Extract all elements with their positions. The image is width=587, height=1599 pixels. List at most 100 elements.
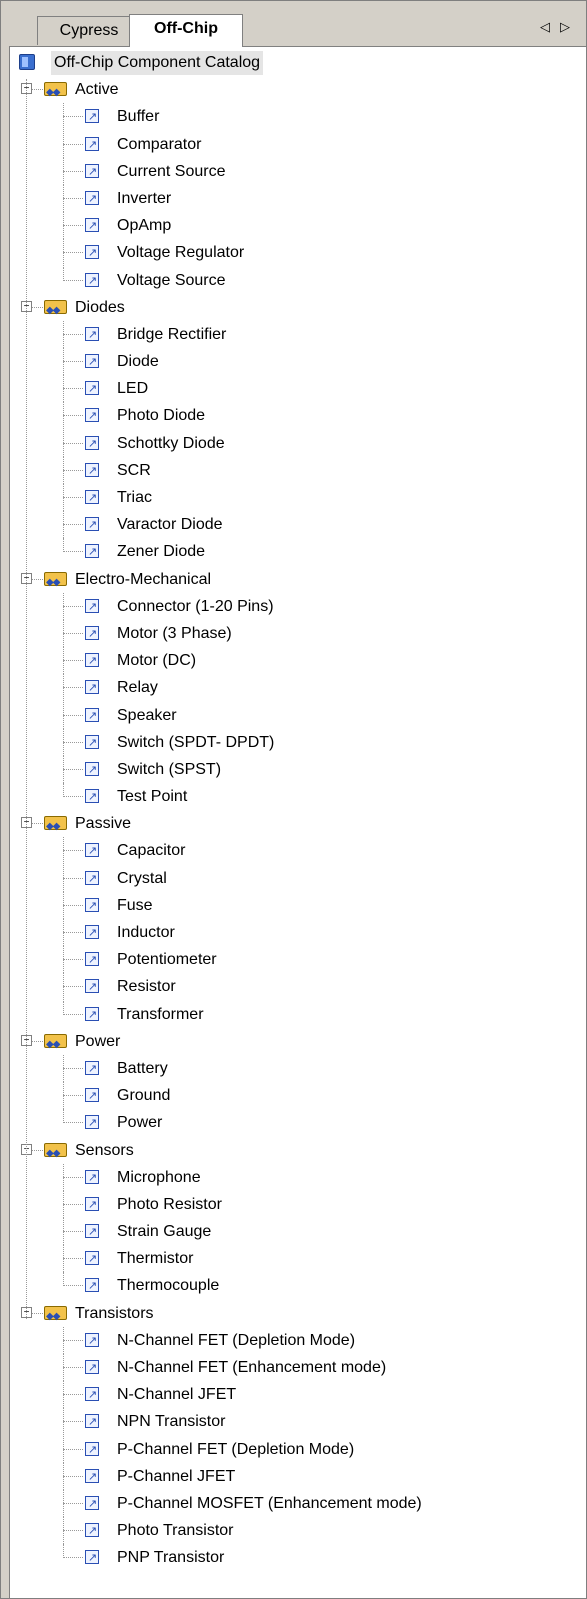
tree-item[interactable]: P-Channel JFET [9,1462,586,1491]
tab-scroll-right-icon[interactable]: ▷ [560,19,580,34]
tree-item-label[interactable]: Bridge Rectifier [117,321,226,348]
tree-item[interactable]: Microphone [9,1163,586,1192]
tree-item-label[interactable]: Thermistor [117,1245,193,1272]
tree-item[interactable]: Thermocouple [9,1272,586,1300]
tree-category-label[interactable]: Passive [75,810,131,837]
tree-item-label[interactable]: Fuse [117,892,153,919]
tree-category-label[interactable]: Active [75,76,119,103]
tree-item[interactable]: Capacitor [9,837,586,865]
tree-item-label[interactable]: Buffer [117,103,159,130]
tree-item-label[interactable]: P-Channel FET (Depletion Mode) [117,1436,354,1463]
tree-item-label[interactable]: Battery [117,1055,168,1082]
tree-item[interactable]: Triac [9,484,586,512]
tree-item[interactable]: Relay [9,674,586,702]
tree-item[interactable]: Inductor [9,919,586,947]
tree-item[interactable]: Motor (3 Phase) [9,619,586,648]
tree-item-label[interactable]: Current Source [117,158,226,185]
tree-item[interactable]: P-Channel MOSFET (Enhancement mode) [9,1489,586,1518]
tree-item[interactable]: Transformer [9,1000,586,1029]
tree-category[interactable]: −Sensors [9,1137,586,1167]
tab-cypress[interactable]: Cypress [37,16,141,45]
tree-item[interactable]: Bridge Rectifier [9,320,586,349]
tab-scroll-left-icon[interactable]: ◁ [540,19,560,34]
tree-item[interactable]: Connector (1-20 Pins) [9,592,586,621]
tree-item[interactable]: Photo Transistor [9,1517,586,1545]
tree-item-label[interactable]: Schottky Diode [117,430,225,457]
tree-item-label[interactable]: Speaker [117,702,177,729]
tree-item-label[interactable]: P-Channel MOSFET (Enhancement mode) [117,1490,422,1517]
tree-item-label[interactable]: N-Channel FET (Enhancement mode) [117,1354,386,1381]
tree-item[interactable]: N-Channel JFET [9,1381,586,1409]
tree-item-label[interactable]: Ground [117,1082,170,1109]
tree-item-label[interactable]: NPN Transistor [117,1408,225,1435]
tree-item-label[interactable]: Relay [117,674,158,701]
tree-item-label[interactable]: Photo Transistor [117,1517,234,1544]
tree-item[interactable]: Schottky Diode [9,429,586,458]
tree-item[interactable]: Comparator [9,130,586,159]
tree-category-label[interactable]: Power [75,1028,120,1055]
tree-category-label[interactable]: Electro-Mechanical [75,566,211,593]
tree-item[interactable]: Varactor Diode [9,511,586,539]
tree-item-label[interactable]: LED [117,375,148,402]
tree-item-label[interactable]: PNP Transistor [117,1544,224,1571]
tree-item[interactable]: Strain Gauge [9,1218,586,1246]
tree-item-label[interactable]: Inverter [117,185,171,212]
tree-item-label[interactable]: Zener Diode [117,538,205,565]
tree-item[interactable]: Fuse [9,891,586,920]
tree-item-label[interactable]: Inductor [117,919,175,946]
tree-item[interactable]: Inverter [9,184,586,213]
tree-item[interactable]: Crystal [9,864,586,893]
tree-item-label[interactable]: Motor (3 Phase) [117,620,232,647]
tree-category[interactable]: −Passive [9,810,586,840]
tree-category[interactable]: −Transistors [9,1300,586,1330]
tree-item[interactable]: OpAmp [9,212,586,240]
tree-item-label[interactable]: Voltage Regulator [117,239,244,266]
tree-item[interactable]: LED [9,375,586,403]
tree-item-label[interactable]: Transformer [117,1001,204,1028]
tab-off-chip[interactable]: Off-Chip [129,14,243,47]
tree-item[interactable]: Voltage Regulator [9,239,586,267]
tree-item-label[interactable]: Switch (SPDT- DPDT) [117,729,274,756]
tree-item[interactable]: SCR [9,456,586,485]
tree-item[interactable]: Switch (SPDT- DPDT) [9,728,586,757]
tree-item-label[interactable]: OpAmp [117,212,171,239]
tree-item[interactable]: Thermistor [9,1245,586,1273]
tree-item[interactable]: Resistor [9,973,586,1001]
tree-item[interactable]: Motor (DC) [9,647,586,675]
tree-item-label[interactable]: Crystal [117,865,167,892]
tree-category[interactable]: −Active [9,76,586,106]
tree-category-label[interactable]: Sensors [75,1137,134,1164]
tree-item-label[interactable]: P-Channel JFET [117,1463,235,1490]
tree-item[interactable]: Battery [9,1054,586,1083]
tree-item-label[interactable]: Comparator [117,131,201,158]
tree-item-label[interactable]: N-Channel FET (Depletion Mode) [117,1327,355,1354]
tree-item[interactable]: Power [9,1109,586,1137]
tree-item[interactable]: Diode [9,348,586,376]
tree-item[interactable]: Potentiometer [9,946,586,974]
tree-item-label[interactable]: Varactor Diode [117,511,223,538]
tree-item-label[interactable]: Thermocouple [117,1272,219,1299]
component-tree[interactable]: Off-Chip Component Catalog−ActiveBufferC… [9,49,586,1572]
tree-item-label[interactable]: Strain Gauge [117,1218,211,1245]
tree-item-label[interactable]: Power [117,1109,162,1136]
tree-item[interactable]: Ground [9,1082,586,1110]
tree-item[interactable]: NPN Transistor [9,1408,586,1436]
tree-item-label[interactable]: Resistor [117,973,176,1000]
tree-item-label[interactable]: Triac [117,484,152,511]
tree-root-label[interactable]: Off-Chip Component Catalog [51,51,264,75]
tree-item[interactable]: Photo Diode [9,402,586,430]
tree-item[interactable]: Buffer [9,103,586,131]
tree-category[interactable]: −Electro-Mechanical [9,566,586,596]
tree-item-label[interactable]: Motor (DC) [117,647,196,674]
tree-category-label[interactable]: Transistors [75,1300,154,1327]
tab-scroll-arrows[interactable]: ◁▷ [540,19,580,35]
tree-item-label[interactable]: Microphone [117,1164,201,1191]
tree-item[interactable]: N-Channel FET (Enhancement mode) [9,1354,586,1382]
tree-item[interactable]: Switch (SPST) [9,755,586,784]
tree-item-label[interactable]: Switch (SPST) [117,756,221,783]
tree-item-label[interactable]: Potentiometer [117,946,217,973]
tree-category[interactable]: −Diodes [9,294,586,324]
tree-category-label[interactable]: Diodes [75,294,125,321]
tree-root[interactable]: Off-Chip Component Catalog [9,49,586,76]
tree-item[interactable]: P-Channel FET (Depletion Mode) [9,1435,586,1464]
